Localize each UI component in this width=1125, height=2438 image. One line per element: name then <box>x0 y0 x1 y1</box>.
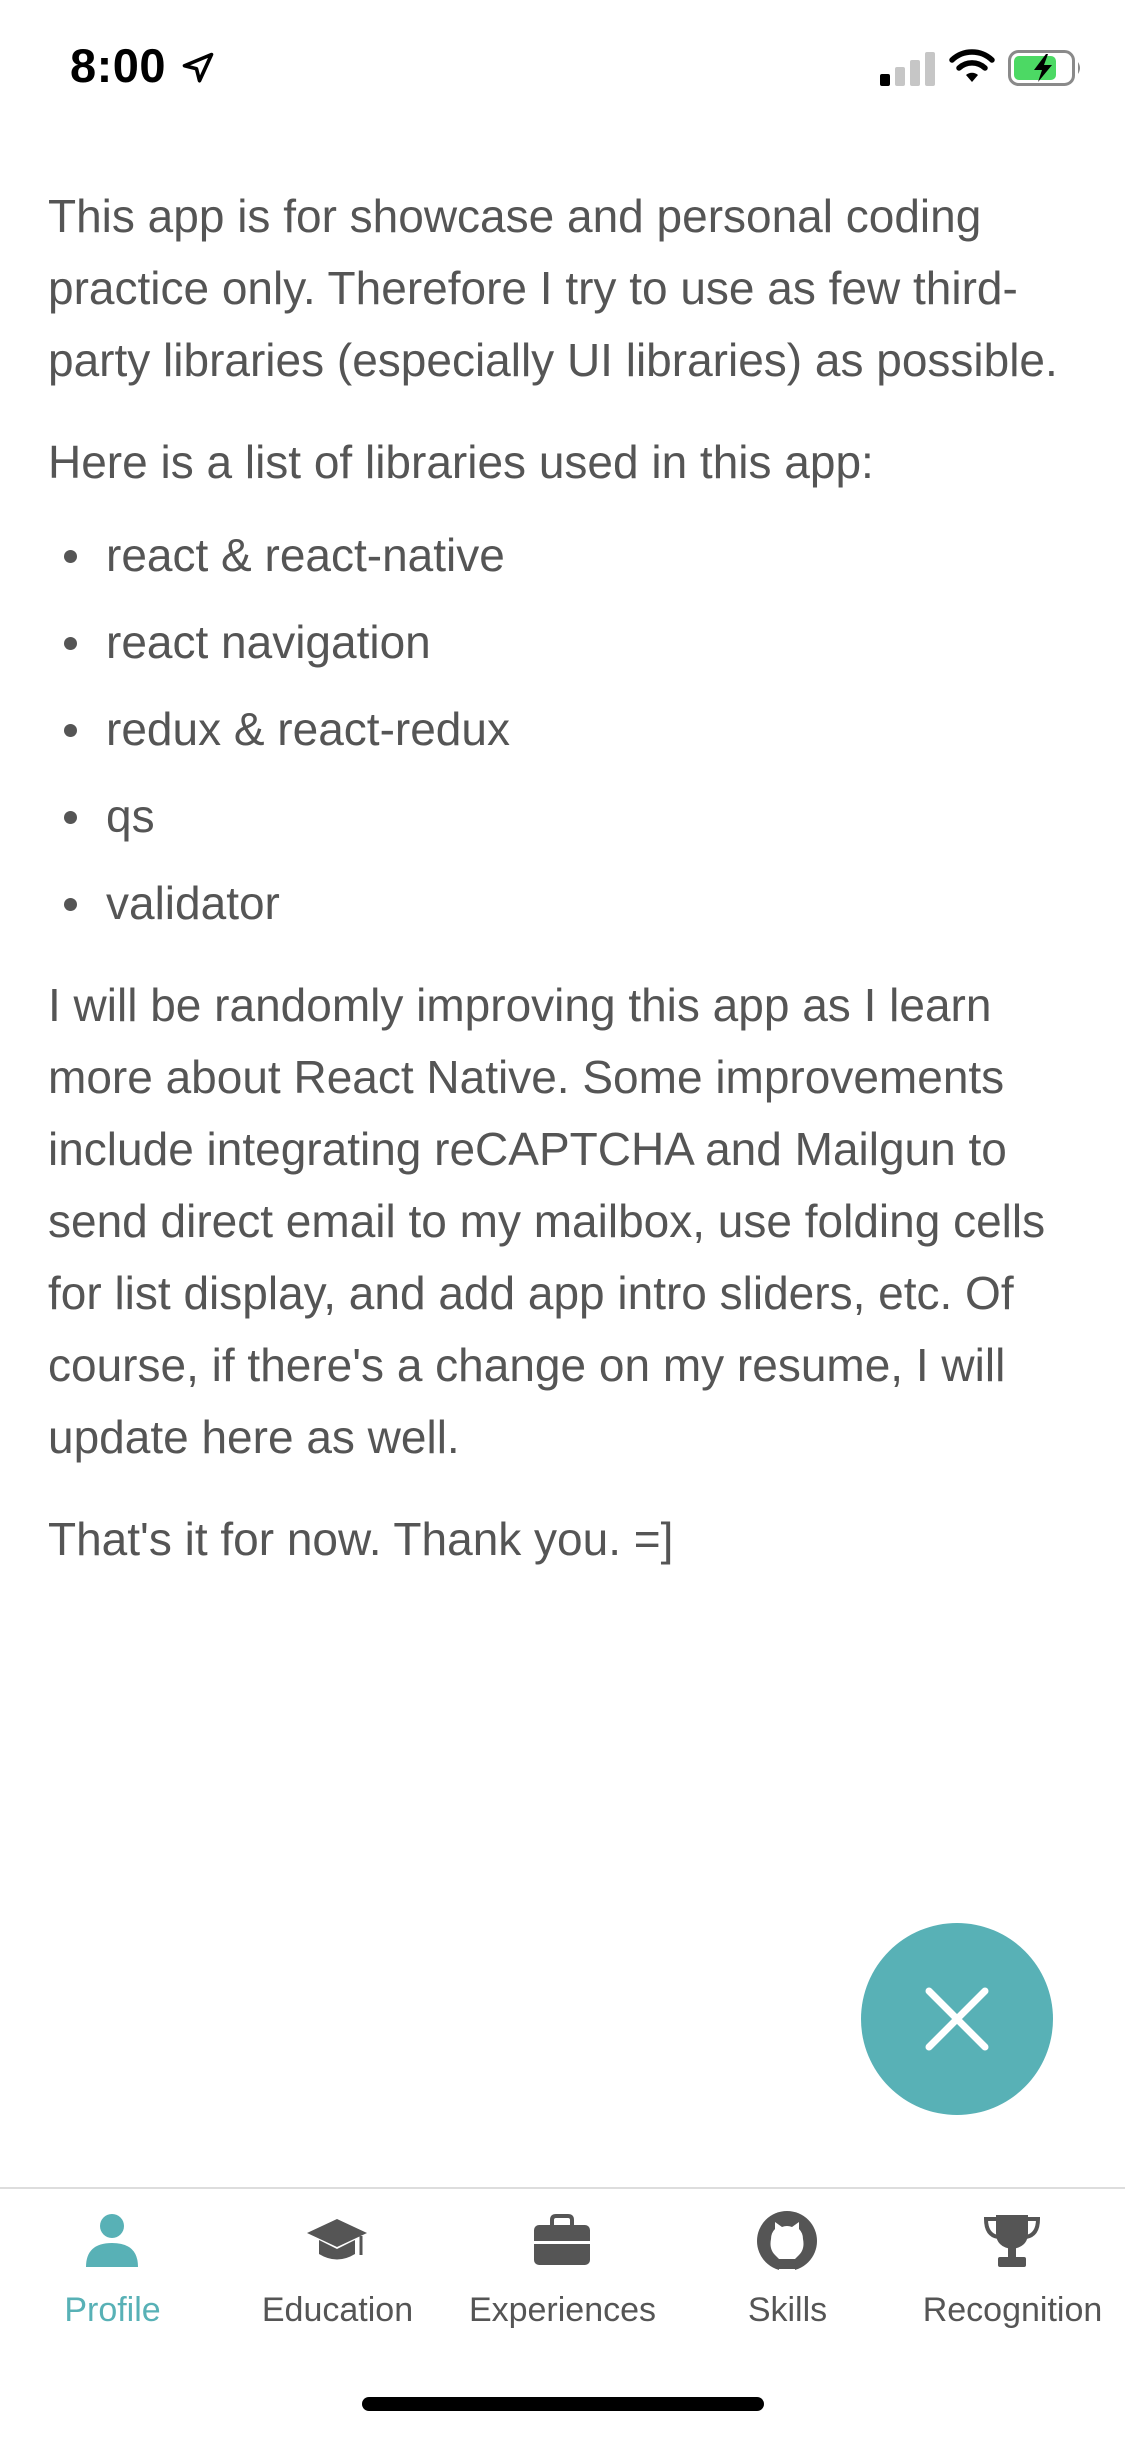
library-name: react navigation <box>106 616 431 668</box>
briefcase-icon <box>534 2214 590 2265</box>
library-name: validator <box>106 877 280 929</box>
bullet-icon <box>64 898 77 911</box>
location-arrow-icon <box>182 52 214 83</box>
closing-paragraph: That's it for now. Thank you. =] <box>48 1513 674 1565</box>
status-time: 8:00 <box>70 39 167 92</box>
list-item: qs <box>48 773 1078 860</box>
tab-education[interactable]: Education <box>225 2189 450 2369</box>
list-item: redux & react-redux <box>48 686 1078 773</box>
bullet-icon <box>64 724 77 737</box>
library-name: react & react-native <box>106 529 505 581</box>
tab-label: Experiences <box>468 2291 657 2329</box>
status-bar: 8:00 <box>0 0 1125 132</box>
tab-skills[interactable]: Skills <box>675 2189 900 2369</box>
intro-paragraph: This app is for showcase and personal co… <box>48 190 1058 386</box>
improvements-paragraph: I will be randomly improving this app as… <box>48 979 1046 1463</box>
cellular-signal-icon <box>880 52 935 86</box>
tab-label: Recognition <box>922 2291 1103 2329</box>
bullet-icon <box>64 550 77 563</box>
tab-experiences[interactable]: Experiences <box>450 2189 675 2369</box>
github-icon <box>757 2211 817 2271</box>
close-fab-button[interactable] <box>861 1923 1053 2115</box>
close-icon <box>925 1987 989 2051</box>
wifi-icon <box>949 49 995 82</box>
list-item: react navigation <box>48 599 1078 686</box>
trophy-icon <box>983 2215 1041 2267</box>
bullet-icon <box>64 637 77 650</box>
tab-label: Education <box>261 2291 414 2329</box>
libraries-intro: Here is a list of libraries used in this… <box>48 436 874 488</box>
library-name: redux & react-redux <box>106 703 510 755</box>
battery-charging-icon <box>1008 50 1080 86</box>
list-item: react & react-native <box>48 512 1078 599</box>
list-item: validator <box>48 860 1078 947</box>
library-name: qs <box>106 790 155 842</box>
bullet-icon <box>64 811 77 824</box>
home-indicator <box>362 2397 764 2411</box>
tab-recognition[interactable]: Recognition <box>900 2189 1125 2369</box>
tab-profile[interactable]: Profile <box>0 2189 225 2369</box>
tab-label: Skills <box>747 2291 828 2329</box>
libraries-list: react & react-native react navigation re… <box>48 512 1078 947</box>
tab-label: Profile <box>64 2291 161 2329</box>
graduation-cap-icon <box>307 2219 367 2260</box>
about-content: This app is for showcase and personal co… <box>48 180 1078 1575</box>
person-icon <box>86 2214 138 2267</box>
